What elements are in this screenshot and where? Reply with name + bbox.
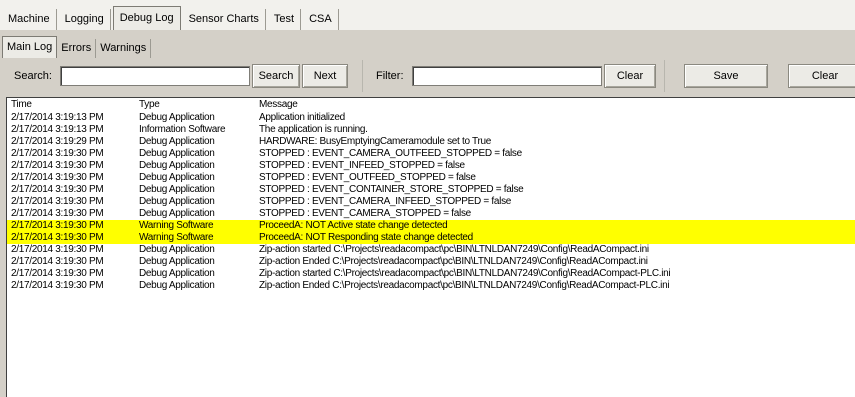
- log-time: 2/17/2014 3:19:30 PM: [11, 184, 104, 195]
- clear-log-button[interactable]: Clear: [788, 64, 855, 88]
- log-type: Debug Application: [139, 256, 215, 267]
- log-type: Debug Application: [139, 196, 215, 207]
- tab-main-log[interactable]: Main Log: [2, 36, 58, 58]
- search-input[interactable]: [60, 66, 250, 86]
- log-type: Debug Application: [139, 136, 215, 147]
- log-type: Debug Application: [139, 268, 215, 279]
- log-type: Information Software: [139, 124, 226, 135]
- log-row[interactable]: 2/17/2014 3:19:30 PM Debug Application STO…: [7, 172, 855, 184]
- log-type: Warning Software: [139, 220, 214, 231]
- log-row[interactable]: 2/17/2014 3:19:13 PM Debug Application App…: [7, 112, 855, 124]
- log-time: 2/17/2014 3:19:30 PM: [11, 196, 104, 207]
- tab-errors[interactable]: Errors: [57, 39, 97, 58]
- search-button[interactable]: Search: [252, 64, 300, 88]
- log-type: Debug Application: [139, 148, 215, 159]
- log-row[interactable]: 2/17/2014 3:19:30 PM Debug Application STO…: [7, 196, 855, 208]
- log-message: Zip-action Ended C:\Projects\readacompac…: [259, 280, 670, 291]
- log-row[interactable]: 2/17/2014 3:19:30 PM Debug Application Zip…: [7, 280, 855, 292]
- log-row[interactable]: 2/17/2014 3:19:13 PM Information Software…: [7, 124, 855, 136]
- column-header-message[interactable]: Message: [259, 98, 298, 112]
- log-time: 2/17/2014 3:19:29 PM: [11, 136, 104, 147]
- log-time: 2/17/2014 3:19:13 PM: [11, 124, 104, 135]
- log-row[interactable]: 2/17/2014 3:19:30 PM Debug Application STO…: [7, 148, 855, 160]
- log-message: STOPPED : EVENT_INFEED_STOPPED = false: [259, 160, 465, 171]
- log-message: STOPPED : EVENT_OUTFEED_STOPPED = false: [259, 172, 476, 183]
- tab-warnings[interactable]: Warnings: [96, 39, 152, 58]
- tab-sensor-charts[interactable]: Sensor Charts: [183, 9, 266, 30]
- log-time: 2/17/2014 3:19:30 PM: [11, 280, 104, 291]
- log-message: HARDWARE: BusyEmptyingCameramodule set t…: [259, 136, 492, 147]
- log-header: Time Type Message: [7, 98, 855, 112]
- log-row[interactable]: 2/17/2014 3:19:30 PM Debug Application STO…: [7, 184, 855, 196]
- log-tab-bar: Main Log Errors Warnings: [2, 36, 152, 58]
- log-message: The application is running.: [259, 124, 368, 135]
- next-button[interactable]: Next: [302, 64, 348, 88]
- log-time: 2/17/2014 3:19:30 PM: [11, 208, 104, 219]
- log-row[interactable]: 2/17/2014 3:19:30 PM Warning Software Proc…: [7, 220, 855, 232]
- log-time: 2/17/2014 3:19:30 PM: [11, 232, 104, 243]
- log-row[interactable]: 2/17/2014 3:19:29 PM Debug Application HAR…: [7, 136, 855, 148]
- log-row[interactable]: 2/17/2014 3:19:30 PM Debug Application STO…: [7, 160, 855, 172]
- filter-input[interactable]: [412, 66, 602, 86]
- log-time: 2/17/2014 3:19:30 PM: [11, 220, 104, 231]
- log-message: ProceedA: NOT Active state change detect…: [259, 220, 448, 231]
- log-type: Debug Application: [139, 208, 215, 219]
- log-time: 2/17/2014 3:19:30 PM: [11, 172, 104, 183]
- log-list[interactable]: Time Type Message 2/17/2014 3:19:13 PM De…: [6, 97, 855, 397]
- toolbar-separator: [664, 60, 665, 92]
- column-header-type[interactable]: Type: [139, 98, 160, 112]
- log-message: STOPPED : EVENT_CAMERA_OUTFEED_STOPPED =…: [259, 148, 522, 159]
- filter-label: Filter:: [376, 70, 404, 82]
- log-message: STOPPED : EVENT_CAMERA_INFEED_STOPPED = …: [259, 196, 512, 207]
- log-row[interactable]: 2/17/2014 3:19:30 PM Debug Application STO…: [7, 208, 855, 220]
- log-time: 2/17/2014 3:19:30 PM: [11, 256, 104, 267]
- log-message: ProceedA: NOT Responding state change de…: [259, 232, 473, 243]
- log-message: Zip-action Ended C:\Projects\readacompac…: [259, 256, 648, 267]
- log-type: Debug Application: [139, 160, 215, 171]
- log-message: STOPPED : EVENT_CONTAINER_STORE_STOPPED …: [259, 184, 524, 195]
- main-tab-bar: Machine Logging Debug Log Sensor Charts …: [0, 0, 855, 30]
- tab-test[interactable]: Test: [268, 9, 302, 30]
- tab-logging[interactable]: Logging: [59, 9, 111, 30]
- log-message: Zip-action started C:\Projects\readacomp…: [259, 244, 649, 255]
- tab-debug-log[interactable]: Debug Log: [112, 6, 181, 30]
- log-time: 2/17/2014 3:19:13 PM: [11, 112, 104, 123]
- log-rows: 2/17/2014 3:19:13 PM Debug Application App…: [7, 112, 855, 292]
- column-header-time[interactable]: Time: [11, 98, 32, 112]
- log-message: Zip-action started C:\Projects\readacomp…: [259, 268, 671, 279]
- log-type: Warning Software: [139, 232, 214, 243]
- log-type: Debug Application: [139, 280, 215, 291]
- filter-clear-button[interactable]: Clear: [604, 64, 656, 88]
- log-type: Debug Application: [139, 172, 215, 183]
- tab-csa[interactable]: CSA: [303, 9, 339, 30]
- log-time: 2/17/2014 3:19:30 PM: [11, 148, 104, 159]
- log-message: STOPPED : EVENT_CAMERA_STOPPED = false: [259, 208, 471, 219]
- log-row[interactable]: 2/17/2014 3:19:30 PM Debug Application Zip…: [7, 268, 855, 280]
- save-button[interactable]: Save: [684, 64, 768, 88]
- search-label: Search:: [14, 70, 52, 82]
- log-type: Debug Application: [139, 244, 215, 255]
- log-type: Debug Application: [139, 184, 215, 195]
- log-time: 2/17/2014 3:19:30 PM: [11, 160, 104, 171]
- log-row[interactable]: 2/17/2014 3:19:30 PM Debug Application Zip…: [7, 244, 855, 256]
- tab-machine[interactable]: Machine: [2, 9, 57, 30]
- log-row[interactable]: 2/17/2014 3:19:30 PM Warning Software Proc…: [7, 232, 855, 244]
- toolbar-separator: [362, 60, 363, 92]
- log-time: 2/17/2014 3:19:30 PM: [11, 244, 104, 255]
- log-message: Application initialized: [259, 112, 345, 123]
- log-toolbar: Search: Search Next Filter: Clear Save C…: [4, 60, 855, 92]
- log-type: Debug Application: [139, 112, 215, 123]
- log-time: 2/17/2014 3:19:30 PM: [11, 268, 104, 279]
- log-row[interactable]: 2/17/2014 3:19:30 PM Debug Application Zip…: [7, 256, 855, 268]
